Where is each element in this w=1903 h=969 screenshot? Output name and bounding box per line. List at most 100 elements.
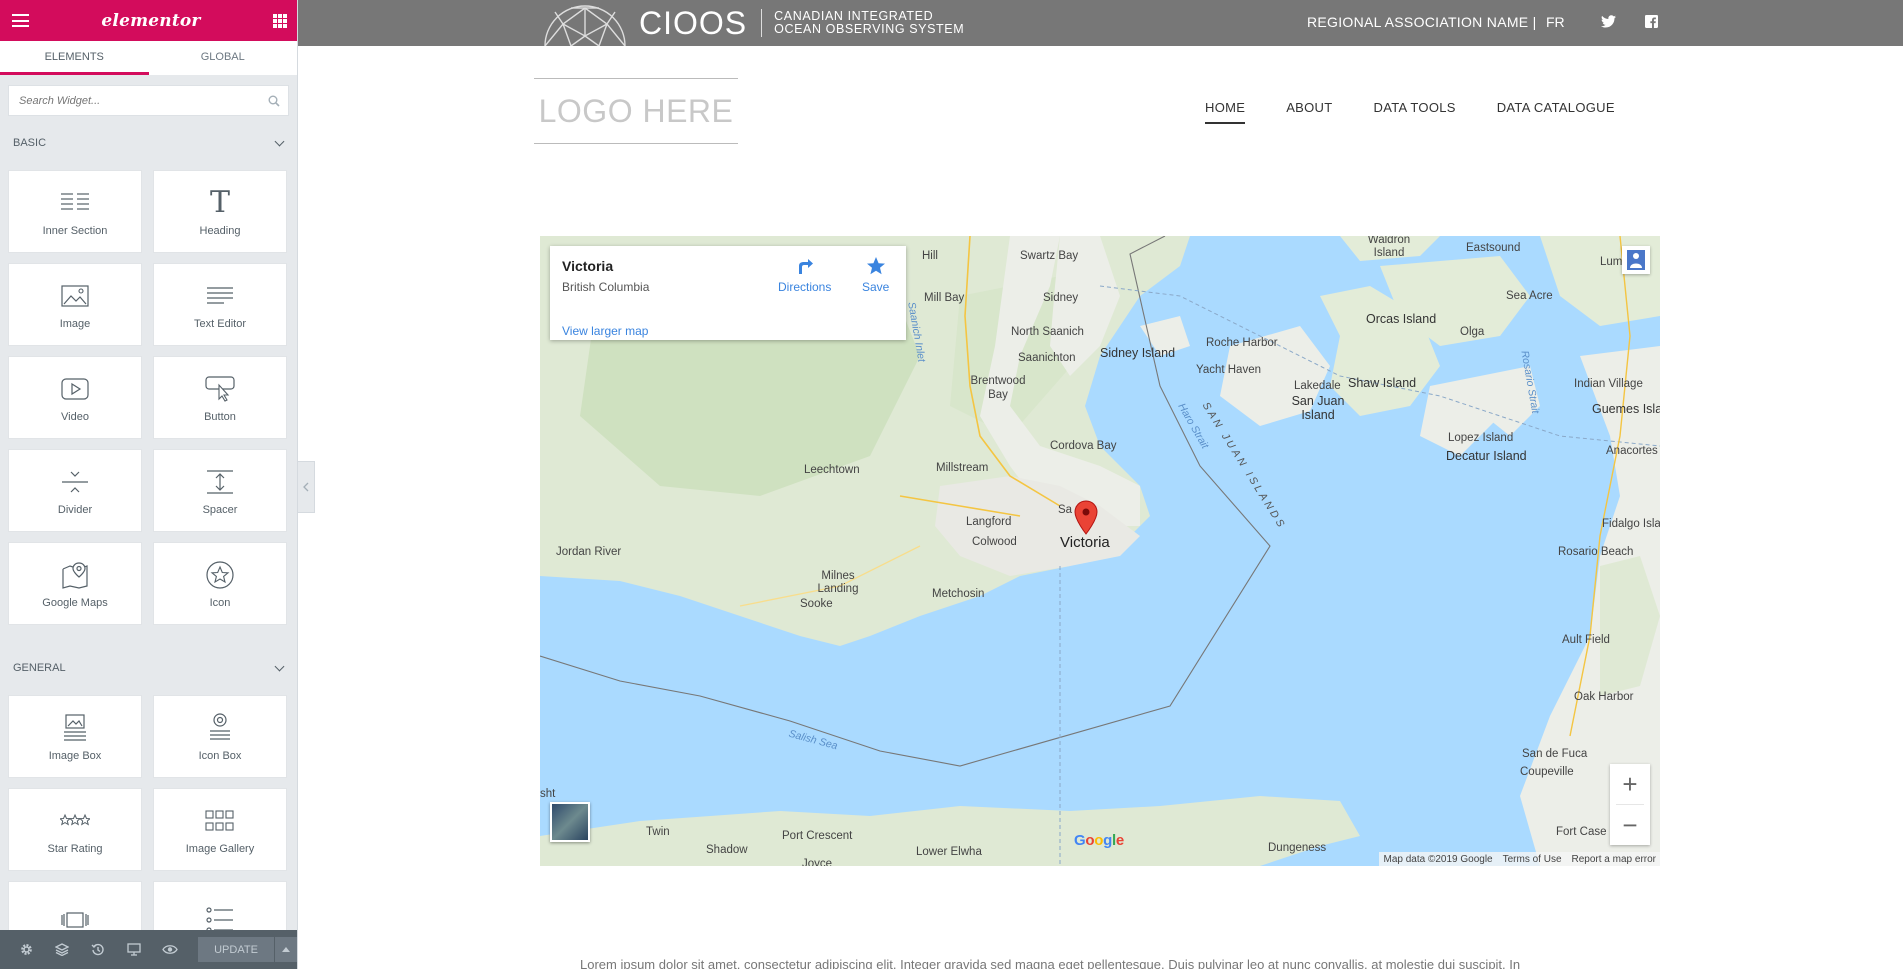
widget-text-editor[interactable]: Text Editor: [153, 263, 287, 346]
map-place-label: Fort Case: [1556, 826, 1607, 838]
panel-collapse-handle[interactable]: [298, 461, 315, 513]
basic-widget-grid: Inner Section T Heading Image Text Edito…: [0, 160, 297, 625]
map-data-credit: Map data ©2019 Google: [1383, 853, 1493, 865]
widget-spacer[interactable]: Spacer: [153, 449, 287, 532]
map-place-label: North Saanich: [1011, 326, 1084, 338]
google-map[interactable]: Waldron Island Eastsound Lummi Is Swartz…: [540, 236, 1660, 866]
navigator-layers-icon[interactable]: [44, 930, 80, 969]
map-place-label: sht: [540, 788, 556, 800]
tagline-line-1: CANADIAN INTEGRATED: [774, 9, 934, 23]
panel-header: elementor: [0, 0, 297, 41]
map-place-label: San Juan Island: [1291, 394, 1345, 422]
map-place-label: Sidney: [1043, 292, 1079, 304]
language-toggle-fr[interactable]: FR: [1546, 14, 1565, 30]
chevron-down-icon: [274, 136, 285, 146]
tab-global[interactable]: GLOBAL: [149, 41, 298, 75]
map-place-label: Guemes Islan: [1592, 402, 1660, 416]
chevron-left-icon: [303, 482, 309, 492]
tab-elements[interactable]: ELEMENTS: [0, 41, 149, 75]
view-larger-map-link[interactable]: View larger map: [562, 324, 648, 338]
widget-google-maps[interactable]: Google Maps: [8, 542, 142, 625]
nav-about[interactable]: ABOUT: [1286, 100, 1332, 124]
nav-home[interactable]: HOME: [1205, 100, 1246, 124]
star-rating-icon: [60, 804, 90, 838]
report-map-error-link[interactable]: Report a map error: [1572, 854, 1656, 865]
image-gallery-icon: [205, 804, 235, 838]
infocard-title: Victoria: [562, 258, 614, 274]
widget-button[interactable]: Button: [153, 356, 287, 439]
video-icon: [61, 372, 89, 406]
panel-footer: UPDATE: [0, 930, 297, 969]
map-infocard: Victoria British Columbia View larger ma…: [550, 246, 906, 340]
widget-inner-section[interactable]: Inner Section: [8, 170, 142, 253]
chevron-up-icon[interactable]: [274, 937, 297, 962]
widget-label: Icon: [209, 597, 231, 609]
widget-label: Heading: [199, 225, 241, 237]
tagline-line-2: OCEAN OBSERVING SYSTEM: [774, 22, 965, 36]
zoom-out-button[interactable]: −: [1610, 805, 1650, 845]
chevron-down-icon: [274, 661, 285, 671]
twitter-icon[interactable]: [1601, 15, 1616, 28]
site-topbar: CIOOS CANADIAN INTEGRATED OCEAN OBSERVIN…: [298, 0, 1903, 46]
terms-of-use-link[interactable]: Terms of Use: [1503, 854, 1562, 865]
nav-data-catalogue[interactable]: DATA CATALOGUE: [1497, 100, 1615, 124]
widgets-grid-icon[interactable]: [272, 13, 287, 28]
map-place-label: Indian Village: [1574, 378, 1643, 390]
infocard-subtitle: British Columbia: [562, 280, 650, 294]
category-title: GENERAL: [13, 662, 66, 674]
cioos-logo[interactable]: CIOOS CANADIAN INTEGRATED OCEAN OBSERVIN…: [541, 0, 964, 46]
facebook-icon[interactable]: [1645, 15, 1658, 28]
preview-eye-icon[interactable]: [152, 930, 188, 969]
star-icon: [866, 257, 885, 275]
map-place-label: San de Fuca: [1522, 748, 1588, 760]
widget-icon[interactable]: Icon: [153, 542, 287, 625]
directions-button[interactable]: Directions: [778, 256, 831, 294]
save-button[interactable]: Save: [862, 256, 889, 294]
heading-icon: T: [209, 185, 230, 220]
category-general-header[interactable]: GENERAL: [0, 651, 297, 685]
map-place-label: Eastsound: [1466, 242, 1521, 254]
satellite-view-toggle[interactable]: [550, 802, 590, 842]
zoom-controls: + −: [1610, 764, 1650, 845]
geodesic-dome-icon: [544, 5, 626, 46]
image-icon: [61, 279, 89, 313]
category-basic-header[interactable]: BASIC: [0, 126, 297, 160]
history-icon[interactable]: [80, 930, 116, 969]
map-place-label: Mill Bay: [924, 292, 965, 304]
widget-video[interactable]: Video: [8, 356, 142, 439]
directions-icon: [798, 259, 813, 274]
star-circle-icon: [205, 558, 235, 592]
widget-label: Image Gallery: [185, 843, 255, 855]
map-place-label: Twin: [646, 826, 670, 838]
google-maps-icon: [61, 558, 89, 592]
regional-association-name[interactable]: REGIONAL ASSOCIATION NAME |: [1307, 14, 1537, 30]
widget-image-box[interactable]: Image Box: [8, 695, 142, 778]
widget-image[interactable]: Image: [8, 263, 142, 346]
zoom-in-button[interactable]: +: [1610, 764, 1650, 804]
map-place-label: Swartz Bay: [1020, 250, 1079, 262]
map-place-label: Lower Elwha: [916, 846, 982, 858]
street-view-pegman-button[interactable]: [1622, 246, 1650, 274]
widget-label: Text Editor: [194, 318, 246, 330]
map-place-label: Sea Acre: [1506, 290, 1553, 302]
widget-label: Star Rating: [47, 843, 103, 855]
hamburger-menu-icon[interactable]: [12, 14, 29, 27]
map-place-label: Sa: [1058, 504, 1073, 516]
responsive-desktop-icon[interactable]: [116, 930, 152, 969]
widget-image-gallery[interactable]: Image Gallery: [153, 788, 287, 871]
widget-heading[interactable]: T Heading: [153, 170, 287, 253]
search-icon[interactable]: [268, 95, 280, 107]
widget-star-rating[interactable]: Star Rating: [8, 788, 142, 871]
widget-icon-box[interactable]: Icon Box: [153, 695, 287, 778]
map-place-label: Ault Field: [1562, 634, 1610, 646]
map-marker-pin-icon[interactable]: [1074, 500, 1098, 536]
nav-data-tools[interactable]: DATA TOOLS: [1374, 100, 1456, 124]
pegman-icon: [1627, 250, 1645, 270]
settings-gear-icon[interactable]: [8, 930, 44, 969]
logo-placeholder[interactable]: LOGO HERE: [534, 78, 738, 144]
widget-divider[interactable]: Divider: [8, 449, 142, 532]
update-button[interactable]: UPDATE: [198, 937, 274, 962]
map-place-label: Dungeness: [1268, 842, 1327, 854]
search-widget-input[interactable]: [19, 94, 268, 107]
map-place-label: Orcas Island: [1366, 312, 1437, 326]
